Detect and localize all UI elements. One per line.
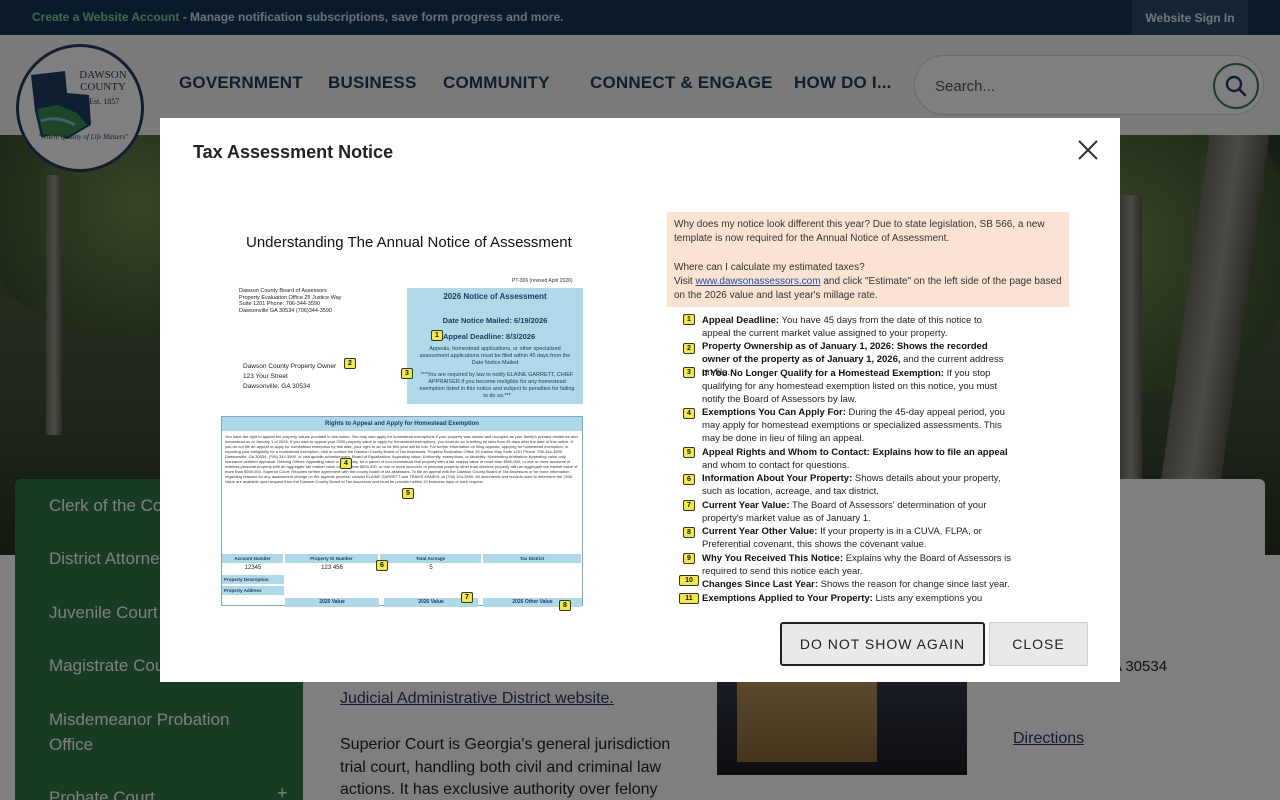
faq-question-1: Why does my notice look different this y… bbox=[674, 219, 1045, 244]
table-header: Property ID Number bbox=[285, 554, 379, 563]
modal-title: Tax Assessment Notice bbox=[193, 142, 394, 162]
callout-badge: 4 bbox=[683, 408, 695, 419]
notice-title: Understanding The Annual Notice of Asses… bbox=[246, 234, 572, 251]
rights-section: Rights to Appeal and Apply for Homestead… bbox=[221, 416, 583, 607]
callout-badge: 3 bbox=[401, 368, 413, 379]
callout-badge: 4 bbox=[340, 458, 352, 469]
callout-badge: 6 bbox=[683, 474, 695, 485]
notice-appeal-deadline: Appeal Deadline: 8/3/2026 bbox=[443, 332, 536, 341]
explanation-item: Changes Since Last Year: Shows the reaso… bbox=[702, 579, 1010, 590]
callout-badge: 9 bbox=[683, 553, 695, 564]
table-row-label: Property Address bbox=[222, 586, 284, 595]
callout-badge: 8 bbox=[559, 600, 571, 611]
callout-badge: 5 bbox=[402, 488, 414, 499]
explanation-item: Exemptions Applied to Your Property: Lis… bbox=[702, 593, 983, 604]
notice-form-id: PT-306 (revised April 2026) bbox=[512, 278, 573, 284]
callout-badge: 3 bbox=[683, 367, 695, 378]
callout-badge: 10 bbox=[679, 575, 699, 586]
notice-office-address: Dawson County Board of Assessors Propert… bbox=[239, 288, 342, 314]
callout-badge: 11 bbox=[679, 593, 699, 604]
explanation-item: If You No Longer Qualify for a Homestead… bbox=[702, 368, 998, 405]
callout-badge: 7 bbox=[683, 500, 695, 511]
notice-summary-box: 2026 Notice of Assessment Date Notice Ma… bbox=[407, 288, 583, 404]
callout-badge: 1 bbox=[683, 314, 695, 325]
table-cell: 5 bbox=[429, 565, 433, 571]
explanation-item: Exemptions You Can Apply For: During the… bbox=[702, 407, 1005, 444]
notice-date-mailed: Date Notice Mailed: 6/19/2026 bbox=[442, 316, 548, 325]
callout-badge: 2 bbox=[683, 343, 695, 354]
owner-line: 123 Your Street bbox=[243, 373, 288, 380]
tax-assessment-modal: Tax Assessment Notice Understanding The … bbox=[160, 118, 1120, 682]
faq-box: Why does my notice look different this y… bbox=[667, 212, 1069, 307]
modal-close-button[interactable] bbox=[1076, 138, 1100, 162]
table-row-label: Property Description bbox=[222, 575, 284, 584]
close-icon bbox=[1078, 140, 1098, 160]
notice-explanation: Why does my notice look different this y… bbox=[667, 212, 1069, 607]
owner-line: Dawson County Property Owner bbox=[243, 363, 337, 370]
explanation-item: Appeal Rights and Whom to Contact: Expla… bbox=[702, 447, 1008, 471]
explanation-item: Why You Received This Notice: Explains w… bbox=[702, 553, 1012, 577]
callout-badge: 2 bbox=[344, 358, 356, 369]
table-header: Account Number bbox=[222, 554, 284, 563]
value-header: 2025 Value bbox=[285, 598, 379, 607]
table-cell: 12345 bbox=[244, 565, 262, 571]
notice-image: Understanding The Annual Notice of Asses… bbox=[216, 226, 588, 611]
callout-badge: 7 bbox=[461, 592, 473, 603]
faq-answer-2: Visit www.dawsonassessors.com and click … bbox=[674, 275, 1064, 303]
explanation-item: Appeal Deadline: You have 45 days from t… bbox=[702, 315, 982, 339]
table-cell: 123 456 bbox=[321, 565, 343, 571]
explanation-item: Current Year Other Value: If your proper… bbox=[702, 526, 982, 550]
faq-answer-prefix: Visit bbox=[674, 276, 696, 287]
close-button[interactable]: CLOSE bbox=[989, 622, 1088, 666]
faq-question-2: Where can I calculate my estimated taxes… bbox=[674, 262, 865, 273]
explanation-item: Current Year Value: The Board of Assesso… bbox=[702, 500, 987, 524]
notice-owner-address: Dawson County Property Owner 123 Your St… bbox=[243, 362, 336, 392]
rights-heading: Rights to Appeal and Apply for Homestead… bbox=[222, 417, 582, 431]
do-not-show-again-button[interactable]: DO NOT SHOW AGAIN bbox=[780, 622, 985, 666]
callout-badge: 8 bbox=[683, 527, 695, 538]
owner-line: Dawsonville, GA 30534 bbox=[243, 383, 311, 390]
explanation-item: Information About Your Property: Shows d… bbox=[702, 473, 1001, 497]
callout-badge: 5 bbox=[683, 447, 695, 458]
table-cell bbox=[483, 564, 582, 573]
callout-badge: 6 bbox=[376, 560, 388, 571]
dawson-assessors-link[interactable]: www.dawsonassessors.com bbox=[696, 276, 821, 287]
rights-body: You have the right to appeal the propert… bbox=[225, 434, 578, 484]
notice-box-warning: ***You are required by law to notify ELA… bbox=[419, 372, 575, 399]
callout-badge: 1 bbox=[431, 330, 443, 341]
notice-box-title: 2026 Notice of Assessment bbox=[443, 292, 547, 301]
notice-box-paragraph: Appeals, homestead applications, or othe… bbox=[419, 346, 571, 366]
table-header: Tax District bbox=[483, 554, 582, 563]
table-header: Total Acreage bbox=[380, 554, 482, 563]
